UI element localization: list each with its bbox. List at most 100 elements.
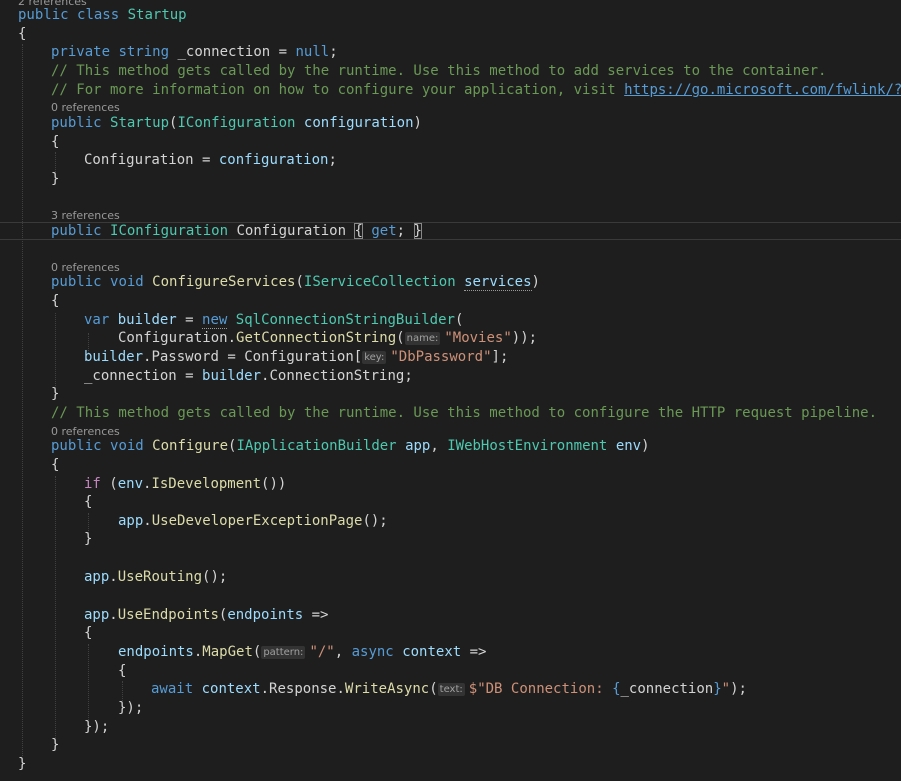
lambda-parameter: context bbox=[402, 644, 462, 660]
keyword: public bbox=[51, 274, 102, 290]
code-line-brace: } bbox=[51, 736, 59, 755]
matched-brace: { bbox=[354, 223, 363, 239]
punctuation: ) bbox=[531, 274, 540, 290]
property: Password bbox=[151, 349, 219, 365]
property: Configuration bbox=[84, 152, 194, 168]
property: ConnectionString bbox=[269, 368, 405, 384]
inlay-hint: key: bbox=[362, 351, 387, 364]
codelens-property-references[interactable]: 3 references bbox=[51, 209, 120, 223]
brace: { bbox=[51, 134, 60, 150]
inlay-hint: name: bbox=[404, 332, 441, 345]
operator: = bbox=[176, 312, 203, 328]
punctuation: }); bbox=[118, 700, 144, 716]
code-line-usedeveloperexceptionpage: app.UseDeveloperExceptionPage(); bbox=[118, 512, 388, 531]
keyword: var bbox=[84, 312, 110, 328]
method-name: GetConnectionString bbox=[236, 330, 397, 346]
string-literal: "DbPassword" bbox=[390, 349, 492, 365]
code-editor[interactable]: 2 references public class Startup { priv… bbox=[0, 0, 901, 781]
codelens-ctor-references[interactable]: 0 references bbox=[51, 101, 120, 115]
method-name: IsDevelopment bbox=[151, 476, 262, 492]
brace: } bbox=[51, 737, 60, 753]
code-line-comment-link: // For more information on how to config… bbox=[51, 81, 901, 100]
code-line-brace: { bbox=[84, 624, 92, 643]
punctuation: ); bbox=[730, 681, 747, 697]
property: Configuration bbox=[244, 349, 354, 365]
variable: builder bbox=[117, 312, 177, 328]
code-line-mapget: endpoints.MapGet(pattern: "/", async cont… bbox=[118, 643, 487, 662]
code-line-assign: Configuration = configuration; bbox=[84, 151, 337, 170]
operator: = bbox=[193, 152, 219, 168]
punctuation: . bbox=[143, 513, 152, 529]
operator: = bbox=[176, 368, 203, 384]
class-name: Startup bbox=[127, 7, 187, 23]
code-line-useendpoints: app.UseEndpoints(endpoints => bbox=[84, 606, 328, 625]
operator: = bbox=[270, 44, 296, 60]
code-line-var-builder: var builder = new SqlConnectionStringBui… bbox=[84, 311, 463, 330]
indent-guide bbox=[122, 681, 123, 701]
code-line-close: }); bbox=[84, 718, 109, 737]
brace: } bbox=[51, 171, 60, 187]
code-line-property: public IConfiguration Configuration { ge… bbox=[51, 222, 422, 241]
code-line-class-declaration: public class Startup bbox=[18, 6, 187, 25]
code-line-configure: public void Configure(IApplicationBuilde… bbox=[51, 437, 650, 456]
punctuation: . bbox=[109, 607, 118, 623]
inlay-hint: pattern: bbox=[261, 646, 306, 659]
string-literal: " bbox=[721, 681, 731, 697]
type-name: SqlConnectionStringBuilder bbox=[235, 312, 455, 328]
brace: { bbox=[51, 457, 60, 473]
inlay-hint: text: bbox=[437, 683, 465, 696]
punctuation: ; bbox=[396, 223, 406, 239]
method-name: ConfigureServices bbox=[152, 274, 296, 290]
field-name: _connection bbox=[84, 368, 177, 384]
comment-link[interactable]: https://go.microsoft.com/fwlink/?L bbox=[624, 82, 901, 98]
field-name: _connection bbox=[620, 681, 714, 697]
indent-guide bbox=[22, 44, 23, 756]
punctuation: ]; bbox=[491, 349, 509, 365]
punctuation: ( bbox=[396, 330, 405, 346]
class-name: Startup bbox=[110, 115, 170, 131]
code-line-userouting: app.UseRouting(); bbox=[84, 568, 227, 587]
type-name: IConfiguration bbox=[177, 115, 296, 131]
method-name: UseDeveloperExceptionPage bbox=[151, 513, 363, 529]
keyword: public bbox=[51, 438, 102, 454]
operator: => bbox=[461, 644, 487, 660]
string-literal: "Movies" bbox=[444, 330, 512, 346]
parameter: app bbox=[84, 607, 110, 623]
parameter: env bbox=[615, 438, 642, 454]
parameter: app bbox=[84, 569, 110, 585]
punctuation: ( bbox=[100, 476, 118, 492]
keyword: get bbox=[371, 223, 397, 239]
string-literal: "/" bbox=[309, 644, 335, 660]
punctuation: ; bbox=[329, 44, 338, 60]
code-line-brace: } bbox=[84, 530, 92, 549]
code-line-brace: { bbox=[118, 662, 126, 681]
indent-guide bbox=[88, 644, 89, 720]
code-line-brace: } bbox=[18, 755, 26, 774]
string-literal: $"DB Connection: bbox=[468, 681, 613, 697]
interpolation-brace: { bbox=[612, 681, 621, 697]
interpolation-brace: } bbox=[713, 681, 722, 697]
brace: } bbox=[51, 386, 60, 402]
method-name: Configure bbox=[152, 438, 229, 454]
code-line-if: if (env.IsDevelopment()) bbox=[84, 475, 286, 494]
keyword: void bbox=[110, 438, 144, 454]
parameter: app bbox=[405, 438, 431, 454]
brace: { bbox=[18, 26, 27, 42]
code-line-comment: // This method gets called by the runtim… bbox=[51, 63, 827, 79]
parameter: app bbox=[118, 513, 144, 529]
brace: } bbox=[84, 531, 93, 547]
punctuation: ( bbox=[429, 681, 438, 697]
keyword: public bbox=[51, 115, 102, 131]
punctuation: ()) bbox=[261, 476, 287, 492]
property: Configuration bbox=[118, 330, 228, 346]
code-line-brace: { bbox=[51, 292, 59, 311]
method-name: UseRouting bbox=[117, 569, 203, 585]
code-line-field: private string _connection = null; bbox=[51, 43, 338, 62]
code-line-constructor: public Startup(IConfiguration configurat… bbox=[51, 114, 422, 133]
brace: { bbox=[118, 663, 127, 679]
punctuation: ( bbox=[454, 312, 464, 328]
code-line-brace: { bbox=[51, 456, 59, 475]
keyword: async bbox=[351, 644, 394, 660]
lambda-parameter: endpoints bbox=[118, 644, 194, 660]
indent-guide bbox=[55, 476, 56, 738]
